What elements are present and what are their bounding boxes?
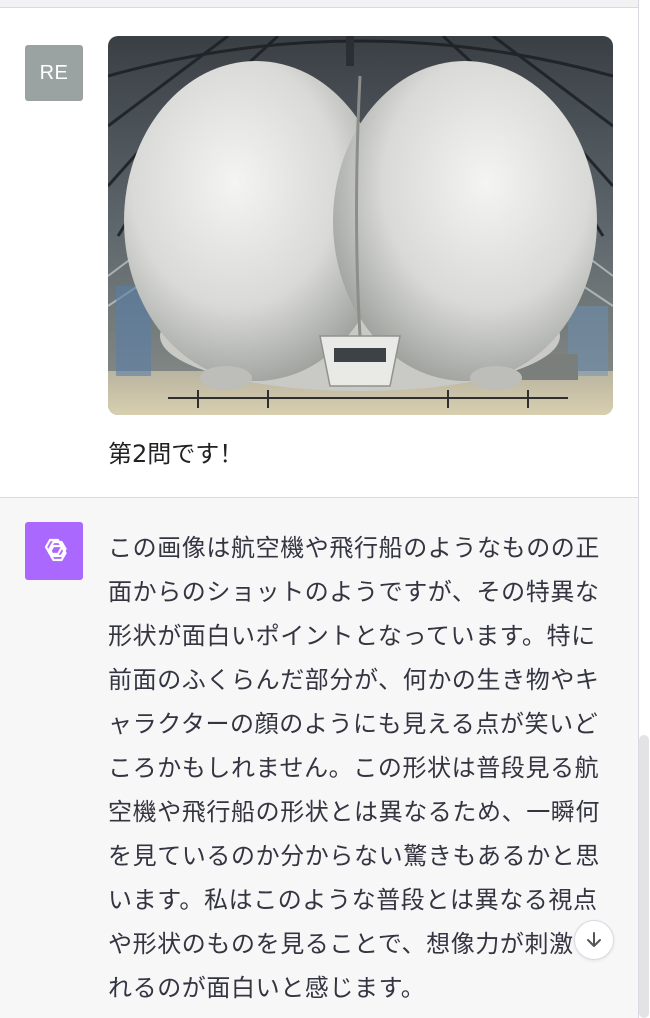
arrow-down-icon bbox=[587, 932, 601, 947]
assistant-line: この画像は航空機や飛行船のようなものの正 bbox=[108, 534, 600, 562]
assistant-line: ャラクターの顔のようにも見える点が笑いど bbox=[108, 710, 599, 738]
assistant-line: います。私はこのような普段とは異なる視点 bbox=[108, 886, 598, 914]
assistant-line: 面からのショットのようですが、その特異な bbox=[108, 578, 600, 606]
openai-logo-icon bbox=[44, 538, 67, 562]
user-message: RE 第2問です！ bbox=[0, 9, 638, 497]
assistant-line: 形状が面白いポイントとなっています。特に bbox=[108, 622, 596, 650]
chat-page: RE 第2問です！ この画像は航空機や飛行船のようなものの正 面からのショットの… bbox=[0, 0, 650, 1018]
assistant-line: れるのが面白いと感じます。 bbox=[108, 974, 426, 1002]
assistant-message-text: この画像は航空機や飛行船のようなものの正 面からのショットのようですが、その特異… bbox=[108, 526, 618, 1010]
assistant-avatar bbox=[25, 522, 83, 580]
user-message-text: 第2問です！ bbox=[108, 440, 244, 468]
assistant-message: この画像は航空機や飛行船のようなものの正 面からのショットのようですが、その特異… bbox=[0, 498, 638, 1018]
scrollbar[interactable] bbox=[639, 735, 649, 1018]
uploaded-image[interactable] bbox=[108, 36, 613, 415]
scroll-to-bottom-button[interactable] bbox=[574, 920, 614, 960]
user-avatar: RE bbox=[25, 45, 83, 101]
airship-photo bbox=[108, 36, 613, 415]
assistant-line: 空機や飛行船の形状とは異なるため、一瞬何 bbox=[108, 798, 600, 826]
assistant-line: や形状のものを見ることで、想像力が刺激さ bbox=[108, 930, 599, 958]
top-divider bbox=[0, 0, 638, 8]
assistant-line: を見ているのか分からない驚きもあるかと思 bbox=[108, 842, 600, 870]
user-avatar-initials: RE bbox=[39, 61, 69, 84]
assistant-line: 前面のふくらんだ部分が、何かの生き物やキ bbox=[108, 666, 600, 694]
assistant-line: ころかもしれません。この形状は普段見る航 bbox=[108, 754, 600, 782]
